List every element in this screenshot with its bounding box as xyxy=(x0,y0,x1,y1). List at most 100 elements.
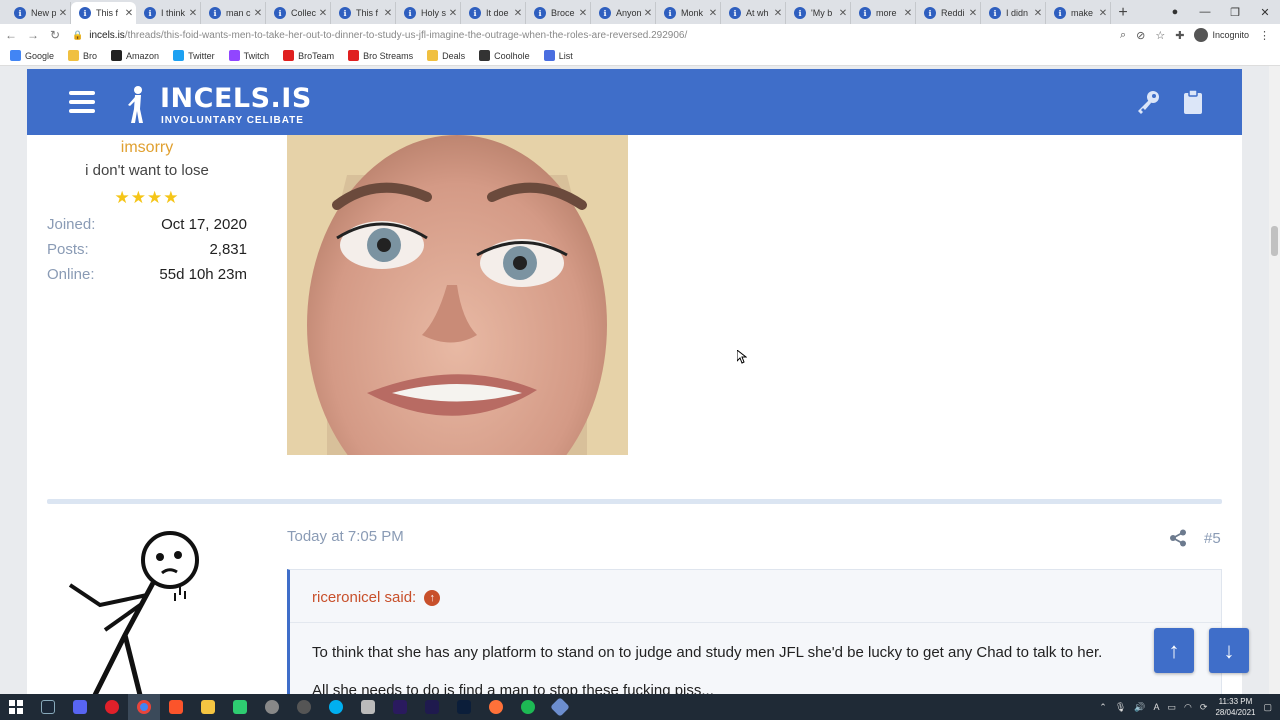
bookmark-item[interactable]: Bro Streams xyxy=(348,50,413,61)
jump-to-quote-icon[interactable]: ↑ xyxy=(424,589,441,606)
discord-icon[interactable] xyxy=(64,694,96,720)
extensions-icon[interactable]: ✚ xyxy=(1175,29,1184,42)
browser-tab[interactable]: ℹ Broce ✕ xyxy=(526,2,591,24)
microphone-icon[interactable]: 🎙 xyxy=(1115,702,1126,713)
profile-button[interactable]: Incognito xyxy=(1194,28,1249,42)
language-icon[interactable]: A xyxy=(1154,702,1160,712)
browser-tab[interactable]: ℹ man c ✕ xyxy=(201,2,266,24)
user-avatar[interactable] xyxy=(65,525,215,694)
close-tab-icon[interactable]: ✕ xyxy=(381,8,395,19)
browser-tab[interactable]: ℹ Collec ✕ xyxy=(266,2,331,24)
scroll-down-button[interactable]: ↓ xyxy=(1209,628,1249,673)
bookmark-item[interactable]: Deals xyxy=(427,50,465,61)
browser-tab[interactable]: ℹ I didn ✕ xyxy=(981,2,1046,24)
restore-button[interactable]: ❐ xyxy=(1220,6,1250,19)
tray-chevron-icon[interactable]: ⌃ xyxy=(1099,702,1107,713)
key-icon[interactable] xyxy=(1135,89,1161,121)
forward-button[interactable]: → xyxy=(22,28,44,42)
bookmark-item[interactable]: BroTeam xyxy=(283,50,334,61)
close-tab-icon[interactable]: ✕ xyxy=(706,8,720,19)
browser-tab[interactable]: ℹ This f ✕ xyxy=(71,2,136,24)
star-icon[interactable]: ☆ xyxy=(1155,29,1165,42)
tracking-icon[interactable]: ⊘ xyxy=(1136,29,1145,42)
skype-icon[interactable] xyxy=(320,694,352,720)
new-tab-button[interactable]: + xyxy=(1111,2,1135,24)
close-window-button[interactable]: ✕ xyxy=(1250,6,1280,19)
scrollbar-thumb[interactable] xyxy=(1271,226,1278,256)
taskbar-clock[interactable]: 11:33 PM 28/04/2021 xyxy=(1215,696,1255,718)
bookmark-item[interactable]: Bro xyxy=(68,50,97,61)
close-tab-icon[interactable]: ✕ xyxy=(641,8,655,19)
audio-app-icon[interactable] xyxy=(288,694,320,720)
spotify-icon[interactable] xyxy=(512,694,544,720)
network-icon[interactable]: ▭ xyxy=(1168,702,1177,713)
bookmark-item[interactable]: Twitch xyxy=(228,50,269,61)
close-tab-icon[interactable]: ✕ xyxy=(576,8,590,19)
menu-icon[interactable]: ⋮ xyxy=(1259,29,1270,42)
browser-tab[interactable]: ℹ Reddi ✕ xyxy=(916,2,981,24)
post-date-link[interactable]: Today at 7:05 PM xyxy=(287,528,404,545)
browser-tab[interactable]: ℹ At wh ✕ xyxy=(721,2,786,24)
bookmark-item[interactable]: Twitter xyxy=(173,50,215,61)
after-effects-icon[interactable] xyxy=(416,694,448,720)
record-icon[interactable]: ● xyxy=(1160,6,1190,18)
share-icon[interactable] xyxy=(1169,529,1187,547)
browser-tab[interactable]: ℹ It doe ✕ xyxy=(461,2,526,24)
page-scrollbar[interactable] xyxy=(1269,66,1280,694)
start-button[interactable] xyxy=(0,694,32,720)
file-explorer-icon[interactable] xyxy=(192,694,224,720)
browser-tab[interactable]: ℹ Holy s ✕ xyxy=(396,2,461,24)
close-tab-icon[interactable]: ✕ xyxy=(186,8,200,19)
terminal-icon[interactable] xyxy=(224,694,256,720)
close-tab-icon[interactable]: ✕ xyxy=(251,8,265,19)
close-tab-icon[interactable]: ✕ xyxy=(1031,8,1045,19)
update-icon[interactable]: ⟳ xyxy=(1200,702,1208,713)
browser-tab[interactable]: ℹ more ✕ xyxy=(851,2,916,24)
opera-icon[interactable] xyxy=(96,694,128,720)
bookmark-item[interactable]: Google xyxy=(10,50,54,61)
close-tab-icon[interactable]: ✕ xyxy=(901,8,915,19)
app-diamond-icon[interactable] xyxy=(544,694,576,720)
post-number-link[interactable]: #5 xyxy=(1204,530,1221,547)
close-tab-icon[interactable]: ✕ xyxy=(771,8,785,19)
quote-author[interactable]: riceronicel said: xyxy=(312,589,416,606)
back-button[interactable]: ← xyxy=(0,28,22,42)
scroll-up-button[interactable]: ↑ xyxy=(1154,628,1194,673)
browser-tab[interactable]: ℹ Monk ✕ xyxy=(656,2,721,24)
minimize-button[interactable]: — xyxy=(1190,6,1220,18)
bookmark-item[interactable]: Coolhole xyxy=(479,50,530,61)
brave-icon[interactable] xyxy=(160,694,192,720)
browser-tab[interactable]: ℹ 'My b ✕ xyxy=(786,2,851,24)
close-tab-icon[interactable]: ✕ xyxy=(316,8,330,19)
wifi-icon[interactable]: ◠ xyxy=(1184,702,1192,713)
close-tab-icon[interactable]: ✕ xyxy=(836,8,850,19)
bookmark-item[interactable]: Amazon xyxy=(111,50,159,61)
zoom-icon[interactable]: ⌕ xyxy=(1120,29,1126,42)
browser-tab[interactable]: ℹ make ✕ xyxy=(1046,2,1111,24)
browser-tab[interactable]: ℹ This f ✕ xyxy=(331,2,396,24)
notifications-icon[interactable]: ▢ xyxy=(1263,702,1272,713)
username-link[interactable]: imsorry xyxy=(47,139,247,157)
browser-tab[interactable]: ℹ I think ✕ xyxy=(136,2,201,24)
browser-tab[interactable]: ℹ Anyon ✕ xyxy=(591,2,656,24)
clock-app-icon[interactable] xyxy=(256,694,288,720)
quote-header[interactable]: riceronicel said: ↑ xyxy=(312,589,441,606)
firefox-icon[interactable] xyxy=(480,694,512,720)
close-tab-icon[interactable]: ✕ xyxy=(56,8,70,19)
close-tab-icon[interactable]: ✕ xyxy=(446,8,460,19)
close-tab-icon[interactable]: ✕ xyxy=(511,8,525,19)
address-bar[interactable]: 🔒 incels.is/threads/this-foid-wants-men-… xyxy=(66,25,1120,45)
steam-icon[interactable] xyxy=(32,694,64,720)
premiere-icon[interactable] xyxy=(384,694,416,720)
bookmark-item[interactable]: List xyxy=(543,50,573,61)
post-image[interactable] xyxy=(287,135,628,455)
close-tab-icon[interactable]: ✕ xyxy=(966,8,980,19)
close-tab-icon[interactable]: ✕ xyxy=(1096,8,1110,19)
browser-tab[interactable]: ℹ New p ✕ xyxy=(6,2,71,24)
close-tab-icon[interactable]: ✕ xyxy=(122,8,136,19)
chrome-icon[interactable] xyxy=(128,694,160,720)
clipboard-icon[interactable] xyxy=(1183,89,1203,121)
shield-app-icon[interactable] xyxy=(352,694,384,720)
hamburger-menu-icon[interactable] xyxy=(69,91,95,113)
photoshop-icon[interactable] xyxy=(448,694,480,720)
